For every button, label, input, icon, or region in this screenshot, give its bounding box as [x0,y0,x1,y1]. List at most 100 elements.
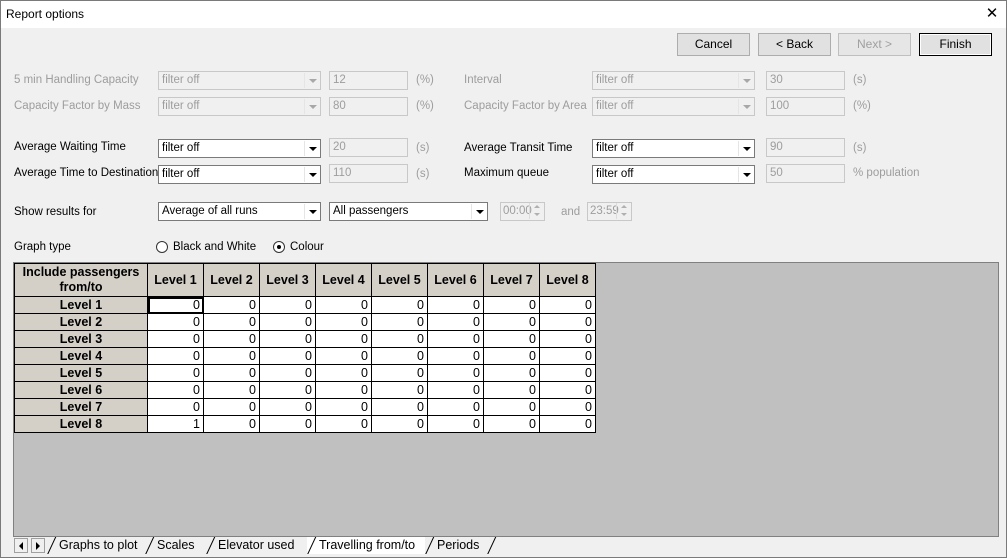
grid-cell[interactable]: 0 [315,381,372,399]
tab-elevator-used[interactable]: Elevator used [206,537,307,554]
grid-cell[interactable]: 0 [371,415,428,433]
grid-cell[interactable]: 0 [483,398,540,416]
grid-cell[interactable]: 0 [539,313,596,331]
grid-cell[interactable]: 0 [539,296,596,314]
grid-cell[interactable]: 0 [259,364,316,382]
grid-cell[interactable]: 0 [147,330,204,348]
grid-cell[interactable]: 0 [259,347,316,365]
grid-cell[interactable]: 0 [483,347,540,365]
grid-cell[interactable]: 0 [371,381,428,399]
grid-cell[interactable]: 0 [259,415,316,433]
capacity-mass-value[interactable]: 80 [329,97,408,116]
grid-cell[interactable]: 0 [539,347,596,365]
grid-cell[interactable]: 0 [539,381,596,399]
grid-cell[interactable]: 0 [315,398,372,416]
grid-cell[interactable]: 0 [147,364,204,382]
interval-value[interactable]: 30 [766,71,845,90]
grid-cell[interactable]: 0 [315,347,372,365]
time-to-spinner[interactable]: 23:59 [587,202,632,221]
grid-cell[interactable]: 0 [147,398,204,416]
grid-cell[interactable]: 0 [203,364,260,382]
grid-cell[interactable]: 0 [315,364,372,382]
grid-cell[interactable]: 0 [315,313,372,331]
grid-cell[interactable]: 0 [259,330,316,348]
grid-cell[interactable]: 0 [483,296,540,314]
grid-cell[interactable]: 0 [147,381,204,399]
grid-cell[interactable]: 0 [427,313,484,331]
grid-cell[interactable]: 0 [483,364,540,382]
grid-cell[interactable]: 0 [203,415,260,433]
avg-waiting-value[interactable]: 20 [329,138,408,157]
grid-cell[interactable]: 1 [147,415,204,433]
grid-cell[interactable]: 0 [483,313,540,331]
grid-cell[interactable]: 0 [427,398,484,416]
grid-cell[interactable]: 0 [315,330,372,348]
avg-transit-value[interactable]: 90 [766,138,845,157]
grid-cell[interactable]: 0 [259,381,316,399]
grid-cell[interactable]: 0 [483,415,540,433]
grid-cell[interactable]: 0 [203,313,260,331]
grid-cell[interactable]: 0 [259,296,316,314]
grid-cell[interactable]: 0 [371,347,428,365]
grid-cell[interactable]: 0 [539,415,596,433]
capacity-mass-filter[interactable]: filter off [158,97,321,116]
grid-cell[interactable]: 0 [483,381,540,399]
grid-cell[interactable]: 0 [427,364,484,382]
grid-cell[interactable]: 0 [371,296,428,314]
grid-cell[interactable]: 0 [203,330,260,348]
avg-transit-filter[interactable]: filter off [592,139,755,158]
tab-scales[interactable]: Scales [145,537,206,554]
tab-travelling-from-to[interactable]: Travelling from/to [307,537,425,554]
grid-cell[interactable]: 0 [539,398,596,416]
spin-up-icon[interactable] [529,203,544,211]
grid-cell[interactable]: 0 [203,296,260,314]
grid-cell[interactable]: 0 [371,398,428,416]
close-icon[interactable]: ✕ [979,3,1005,25]
grid-cell[interactable]: 0 [539,330,596,348]
grid-cell[interactable]: 0 [539,364,596,382]
time-from-spinner[interactable]: 00:00 [500,202,545,221]
grid-cell[interactable]: 0 [259,398,316,416]
tab-graphs-to-plot[interactable]: Graphs to plot [47,537,145,554]
avg-destination-value[interactable]: 110 [329,164,408,183]
next-button[interactable]: Next > [838,33,911,56]
grid-cell[interactable]: 0 [315,296,372,314]
grid-cell[interactable]: 0 [427,330,484,348]
spin-up-icon[interactable] [616,203,631,211]
grid-cell[interactable]: 0 [427,381,484,399]
max-queue-value[interactable]: 50 [766,164,845,183]
grid-cell[interactable]: 0 [259,313,316,331]
spin-down-icon[interactable] [529,211,544,219]
tab-scroll-right-icon[interactable] [31,538,45,553]
grid-cell[interactable]: 0 [203,398,260,416]
grid-cell[interactable]: 0 [203,347,260,365]
grid-cell[interactable]: 0 [315,415,372,433]
handling-capacity-filter[interactable]: filter off [158,71,321,90]
max-queue-filter[interactable]: filter off [592,165,755,184]
radio-colour[interactable] [273,241,285,253]
radio-black-white[interactable] [156,241,168,253]
avg-waiting-filter[interactable]: filter off [158,139,321,158]
grid-cell[interactable]: 0 [371,364,428,382]
grid-cell[interactable]: 0 [427,296,484,314]
tab-scroll-left-icon[interactable] [14,538,28,553]
grid-cell[interactable]: 0 [147,313,204,331]
grid-cell[interactable]: 0 [427,347,484,365]
tab-periods[interactable]: Periods [425,537,487,554]
spin-down-icon[interactable] [616,211,631,219]
grid-cell[interactable]: 0 [147,347,204,365]
grid-cell[interactable]: 0 [203,381,260,399]
interval-filter[interactable]: filter off [592,71,755,90]
handling-capacity-value[interactable]: 12 [329,71,408,90]
grid-cell[interactable]: 0 [483,330,540,348]
back-button[interactable]: < Back [758,33,831,56]
grid-cell[interactable]: 0 [427,415,484,433]
grid-cell[interactable]: 0 [147,296,204,314]
cancel-button[interactable]: Cancel [677,33,750,56]
grid-cell[interactable]: 0 [371,313,428,331]
capacity-area-filter[interactable]: filter off [592,97,755,116]
grid-cell[interactable]: 0 [371,330,428,348]
passengers-select[interactable]: All passengers [329,202,488,221]
runs-select[interactable]: Average of all runs [158,202,321,221]
avg-destination-filter[interactable]: filter off [158,165,321,184]
